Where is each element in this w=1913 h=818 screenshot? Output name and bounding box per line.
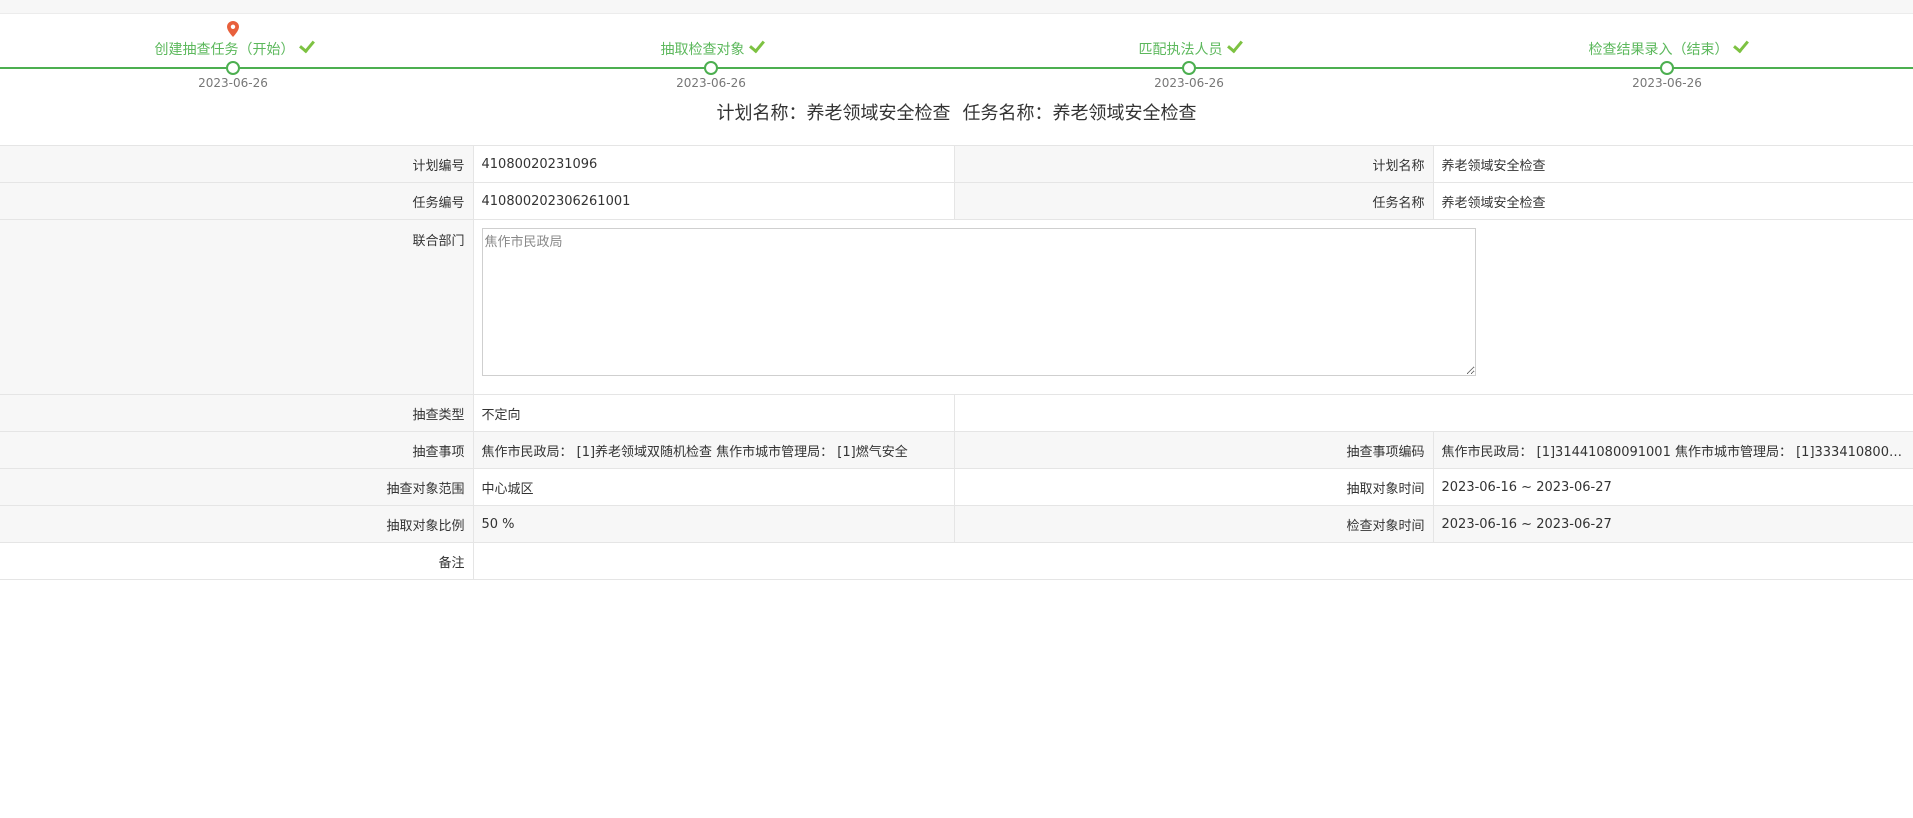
scope-value: 中心城区 [472,468,954,506]
task-info-table: 计划编号 41080020231096 计划名称 养老领域安全检查 任务编号 4… [0,145,1913,580]
plan-name-value: 养老领域安全检查 [1432,145,1913,183]
map-pin-icon [227,21,239,37]
joint-dept-label: 联合部门 [0,219,473,395]
check-icon [749,36,765,54]
empty-cell [953,394,1913,432]
task-no-value: 410800202306261001 [472,182,954,220]
remark-value [472,542,1913,580]
plan-no-value: 41080020231096 [472,145,954,183]
check-icon [299,36,315,54]
step-date: 2023-06-26 [1154,76,1224,90]
step-date: 2023-06-26 [676,76,746,90]
page-title: 计划名称：养老领域安全检查 任务名称：养老领域安全检查 [0,99,1913,125]
task-name-value: 养老领域安全检查 [1432,182,1913,220]
step-dot [704,61,718,75]
check-time-label: 检查对象时间 [953,505,1433,543]
scope-label: 抽查对象范围 [0,468,473,506]
ratio-label: 抽取对象比例 [0,505,473,543]
step-label: 检查结果录入（结束） [1589,36,1749,59]
step-dot [226,61,240,75]
check-icon [1227,36,1243,54]
table-row: 抽查类型 不定向 [0,394,1913,432]
task-name-label: 任务名称 [953,182,1433,220]
table-row: 任务编号 410800202306261001 任务名称 养老领域安全检查 [0,182,1913,220]
table-row: 抽取对象比例 50 % 检查对象时间 2023-06-16 ~ 2023-06-… [0,505,1913,543]
progress-line [0,67,1913,69]
step-label: 匹配执法人员 [1139,36,1243,59]
table-row: 联合部门 焦作市民政局 [0,219,1913,395]
plan-name-label: 计划名称 [953,145,1433,183]
check-items-value: 焦作市民政局： [1]养老领域双随机检查 焦作市城市管理局： [1]燃气安全 [472,431,954,469]
task-no-label: 任务编号 [0,182,473,220]
check-items-label: 抽查事项 [0,431,473,469]
step-label: 创建抽查任务（开始） [155,36,315,59]
step-dot [1660,61,1674,75]
table-row: 备注 [0,542,1913,580]
task-name-title: 任务名称：养老领域安全检查 [962,103,1197,124]
joint-dept-textarea[interactable]: 焦作市民政局 [481,228,1476,376]
remark-label: 备注 [0,542,473,580]
table-row: 抽查对象范围 中心城区 抽取对象时间 2023-06-16 ~ 2023-06-… [0,468,1913,506]
draw-time-value: 2023-06-16 ~ 2023-06-27 [1432,468,1913,506]
step-dot [1182,61,1196,75]
ratio-value: 50 % [472,505,954,543]
check-codes-label: 抽查事项编码 [953,431,1433,469]
top-bar [0,0,1913,14]
draw-time-label: 抽取对象时间 [953,468,1433,506]
check-codes-value: 焦作市民政局： [1]31441080091001 焦作市城市管理局： [1]3… [1432,431,1913,469]
plan-no-label: 计划编号 [0,145,473,183]
table-row: 计划编号 41080020231096 计划名称 养老领域安全检查 [0,145,1913,183]
step-label: 抽取检查对象 [661,36,765,59]
plan-name-title: 计划名称：养老领域安全检查 [716,103,951,124]
check-icon [1733,36,1749,54]
joint-dept-cell: 焦作市民政局 [472,219,1913,395]
progress-steps: 创建抽查任务（开始） 2023-06-26 抽取检查对象 2023-06-26 … [0,13,1913,98]
table-row: 抽查事项 焦作市民政局： [1]养老领域双随机检查 焦作市城市管理局： [1]燃… [0,431,1913,469]
check-type-label: 抽查类型 [0,394,473,432]
check-type-value: 不定向 [472,394,954,432]
check-time-value: 2023-06-16 ~ 2023-06-27 [1432,505,1913,543]
step-date: 2023-06-26 [198,76,268,90]
step-date: 2023-06-26 [1632,76,1702,90]
